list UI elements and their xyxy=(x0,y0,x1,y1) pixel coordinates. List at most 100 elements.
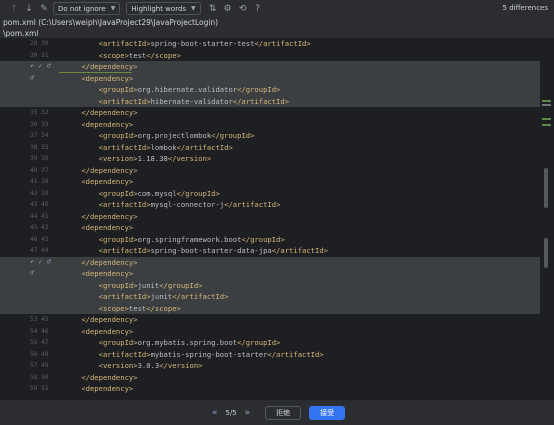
diff-changed-line[interactable]: ↶ ✓ ♂ </dependency> xyxy=(0,256,540,269)
code-text: <dependency> xyxy=(81,269,134,278)
diff-changed-line[interactable]: <artifactId>junit</artifactId> xyxy=(0,291,540,303)
change-marker xyxy=(542,100,551,102)
code-line[interactable]: 59 51 <dependency> xyxy=(0,383,540,395)
line-number: 36 33 xyxy=(30,120,49,128)
gear-icon[interactable]: ⚙ xyxy=(222,3,234,15)
change-marker xyxy=(542,104,551,106)
arrow-up-icon[interactable]: ↑ xyxy=(8,3,20,15)
code-line[interactable]: 35 32 </dependency> xyxy=(0,107,540,119)
revert-accept-icon[interactable]: ↶ ✓ ♂ xyxy=(30,61,51,73)
line-number: 37 34 xyxy=(30,132,49,139)
line-number: 38 35 xyxy=(30,143,49,151)
code-text: </dependency> xyxy=(81,211,138,221)
scroll-thumb[interactable] xyxy=(544,168,548,208)
code-text: <artifactId>mysql-connector-j</artifactI… xyxy=(98,200,281,209)
diff-changed-line[interactable]: <artifactId>hibernate-validator</artifac… xyxy=(0,95,540,108)
line-number: 59 51 xyxy=(30,385,49,392)
code-text: <version>3.0.3</version> xyxy=(98,361,203,370)
scroll-thumb[interactable] xyxy=(544,238,548,268)
diff-changed-line[interactable]: <groupId>junit</groupId> xyxy=(0,279,540,291)
line-number: 46 43 xyxy=(30,235,49,243)
code-text: <artifactId>spring-boot-starter-test</ar… xyxy=(98,39,311,48)
code-text: <dependency> xyxy=(81,326,134,336)
ignore-select-value: Do not ignore xyxy=(58,4,106,13)
code-line[interactable]: 57 49 <version>3.0.3</version> xyxy=(0,360,540,372)
code-line[interactable]: 43 40 <artifactId>mysql-connector-j</art… xyxy=(0,199,540,211)
code-text: </dependency> xyxy=(81,62,138,71)
code-line[interactable]: 55 47 <groupId>org.mybatis.spring.boot</… xyxy=(0,337,540,349)
code-text: <artifactId>spring-boot-starter-data-jpa… xyxy=(98,246,328,255)
line-number xyxy=(0,303,52,315)
code-line[interactable]: 30 31 <scope>test</scope> xyxy=(0,50,540,62)
line-number: 57 49 xyxy=(30,362,49,369)
line-number: 55 47 xyxy=(30,339,49,346)
diff-editor[interactable]: 29 30 <artifactId>spring-boot-starter-te… xyxy=(0,38,554,400)
revert-accept-icon[interactable]: ↶ ✓ ♂ xyxy=(30,257,51,269)
double-chevron-right-icon[interactable]: » xyxy=(245,408,251,418)
code-text: <dependency> xyxy=(81,119,134,129)
line-number xyxy=(0,268,52,280)
code-text: </dependency> xyxy=(81,165,138,175)
line-number: 47 44 xyxy=(30,247,49,254)
line-number: 30 31 xyxy=(30,51,49,59)
help-icon[interactable]: ? xyxy=(252,3,264,15)
code-line[interactable]: 47 44 <artifactId>spring-boot-starter-da… xyxy=(0,245,540,257)
code-line[interactable]: 40 37 </dependency> xyxy=(0,165,540,177)
diff-changed-line[interactable]: ♂ <dependency> xyxy=(0,268,540,280)
file-header: pom.xml (C:\Users\weiph\JavaProject29\Ja… xyxy=(3,18,219,27)
collapse-icon[interactable]: ⇅ xyxy=(207,3,219,15)
diff-changed-line[interactable]: <scope>test</scope> xyxy=(0,302,540,315)
line-number: 41 38 xyxy=(30,178,49,185)
ignore-whitespace-select[interactable]: Do not ignore ▼ xyxy=(53,2,121,15)
code-line[interactable]: 44 41 </dependency> xyxy=(0,211,540,223)
line-number: 45 42 xyxy=(30,224,49,231)
code-line[interactable]: 39 36 <version>1.18.38</version> xyxy=(0,153,540,165)
change-marker xyxy=(542,124,551,126)
line-number: 54 46 xyxy=(30,327,49,335)
chevron-down-icon: ▼ xyxy=(110,5,116,12)
chevron-down-icon: ▼ xyxy=(191,5,196,12)
code-line[interactable]: 58 50 </dependency> xyxy=(0,372,540,384)
code-line[interactable]: 54 46 <dependency> xyxy=(0,326,540,338)
differences-count: 5 differences xyxy=(502,4,548,12)
code-text: <groupId>org.springframework.boot</group… xyxy=(98,234,285,244)
double-chevron-left-icon[interactable]: « xyxy=(212,408,218,418)
line-number xyxy=(0,96,52,108)
code-line[interactable]: 41 38 <dependency> xyxy=(0,176,540,188)
code-line[interactable]: 53 45 </dependency> xyxy=(0,314,540,326)
reject-button[interactable]: 拒绝 xyxy=(265,405,302,420)
arrow-down-icon[interactable]: ↓ xyxy=(23,3,35,15)
diff-changed-line[interactable]: ↶ ✓ ♂ </dependency> xyxy=(0,61,540,73)
code-text: <groupId>org.projectlombok</groupId> xyxy=(98,131,255,140)
code-text: <dependency> xyxy=(81,223,134,232)
line-number: 35 32 xyxy=(30,109,49,116)
highlight-select[interactable]: Highlight words ▼ xyxy=(126,2,201,15)
line-number: 58 50 xyxy=(30,373,49,381)
code-text: <groupId>com.mysql</groupId> xyxy=(98,188,220,198)
pencil-icon[interactable]: ✎ xyxy=(38,3,50,15)
line-number: 29 30 xyxy=(30,40,49,47)
code-line[interactable]: 36 33 <dependency> xyxy=(0,119,540,131)
diff-changed-line[interactable]: <groupId>org.hibernate.validator</groupI… xyxy=(0,84,540,96)
code-text: <artifactId>junit</artifactId> xyxy=(98,292,229,301)
code-text: <dependency> xyxy=(81,384,134,393)
code-line[interactable]: 37 34 <groupId>org.projectlombok</groupI… xyxy=(0,130,540,142)
diff-position: 5/5 xyxy=(225,408,237,417)
line-number xyxy=(0,84,52,96)
line-number: 39 36 xyxy=(30,155,49,162)
code-text: <groupId>org.mybatis.spring.boot</groupI… xyxy=(98,338,281,347)
code-line[interactable]: 42 39 <groupId>com.mysql</groupId> xyxy=(0,188,540,200)
accept-button[interactable]: 接受 xyxy=(309,405,346,420)
code-line[interactable]: 46 43 <groupId>org.springframework.boot<… xyxy=(0,234,540,246)
revert-accept-icon[interactable]: ♂ xyxy=(30,73,34,85)
diff-scrollbar[interactable] xyxy=(542,38,551,400)
code-line[interactable]: 38 35 <artifactId>lombok</artifactId> xyxy=(0,142,540,154)
code-line[interactable]: 45 42 <dependency> xyxy=(0,222,540,234)
diff-changed-line[interactable]: ♂ <dependency> xyxy=(0,72,540,85)
code-line[interactable]: 56 48 <artifactId>mybatis-spring-boot-st… xyxy=(0,349,540,361)
line-number: 44 41 xyxy=(30,212,49,220)
sync-scroll-icon[interactable]: ⟲ xyxy=(237,3,249,15)
code-line[interactable]: 29 30 <artifactId>spring-boot-starter-te… xyxy=(0,38,540,50)
code-text: <groupId>org.hibernate.validator</groupI… xyxy=(98,85,281,94)
revert-accept-icon[interactable]: ♂ xyxy=(30,268,34,280)
